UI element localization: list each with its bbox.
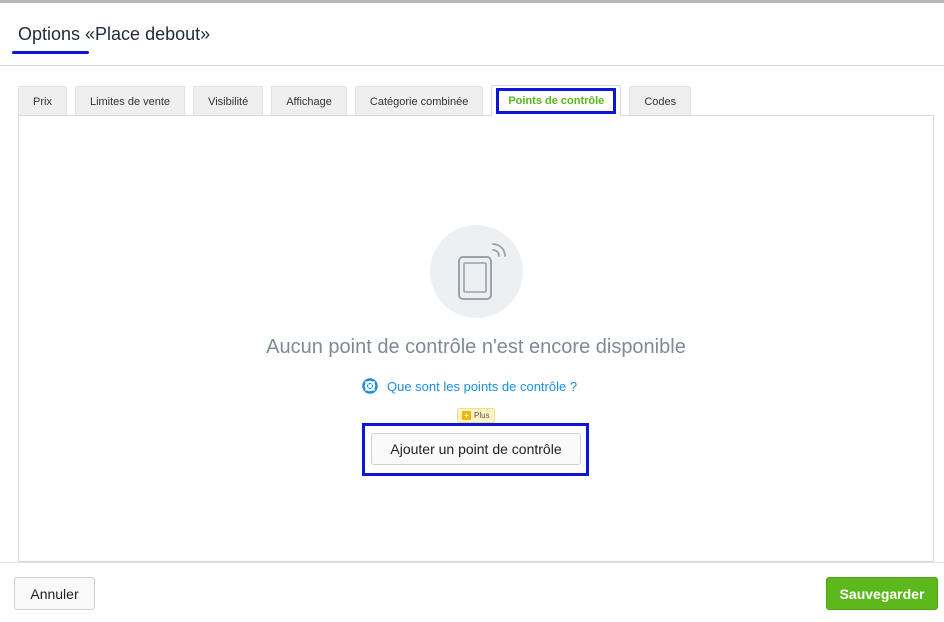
cancel-button[interactable]: Annuler <box>14 577 95 610</box>
tab-label: Prix <box>33 95 52 108</box>
plus-badge-label: Plus <box>474 411 490 420</box>
tab-highlight-box: Points de contrôle <box>496 87 617 114</box>
empty-state-message: Aucun point de contrôle n'est encore dis… <box>266 336 686 358</box>
help-link-label: Que sont les points de contrôle ? <box>387 378 578 394</box>
modal-header: Options «Place debout» <box>0 3 944 66</box>
empty-state-icon-circle <box>430 225 523 318</box>
tab-label: Catégorie combinée <box>369 95 469 108</box>
tab-label: Affichage <box>286 95 332 108</box>
tab-label: Limites de vente <box>89 95 171 108</box>
modal-title: Options «Place debout» <box>18 24 211 44</box>
tab-prix[interactable]: Prix <box>18 86 67 116</box>
tab-bar: Prix Limites de vente Visibilité Afficha… <box>18 85 699 116</box>
tab-categorie-combinee[interactable]: Catégorie combinée <box>354 86 484 116</box>
modal-footer: Annuler Sauvegarder <box>0 562 944 622</box>
tab-panel-points-de-controle: Aucun point de contrôle n'est encore dis… <box>18 115 934 562</box>
tab-points-de-controle[interactable]: Points de contrôle <box>491 85 622 116</box>
tab-label: Points de contrôle <box>508 94 605 107</box>
tab-label: Visibilité <box>208 95 249 108</box>
add-control-point-button[interactable]: Ajouter un point de contrôle <box>371 433 581 465</box>
tab-visibilite[interactable]: Visibilité <box>193 86 264 116</box>
tab-affichage[interactable]: Affichage <box>271 86 347 116</box>
phone-signal-icon <box>458 243 506 300</box>
save-button[interactable]: Sauvegarder <box>826 577 938 610</box>
help-link-points-de-controle[interactable]: Que sont les points de contrôle ? <box>362 378 577 394</box>
tab-label: Codes <box>644 95 677 108</box>
title-highlight-underline <box>12 51 89 54</box>
tab-codes[interactable]: Codes <box>629 86 692 116</box>
lifebuoy-icon <box>362 378 378 394</box>
tab-limites-de-vente[interactable]: Limites de vente <box>74 86 186 116</box>
plus-plan-badge: + Plus <box>457 408 495 423</box>
plus-icon: + <box>462 411 471 420</box>
